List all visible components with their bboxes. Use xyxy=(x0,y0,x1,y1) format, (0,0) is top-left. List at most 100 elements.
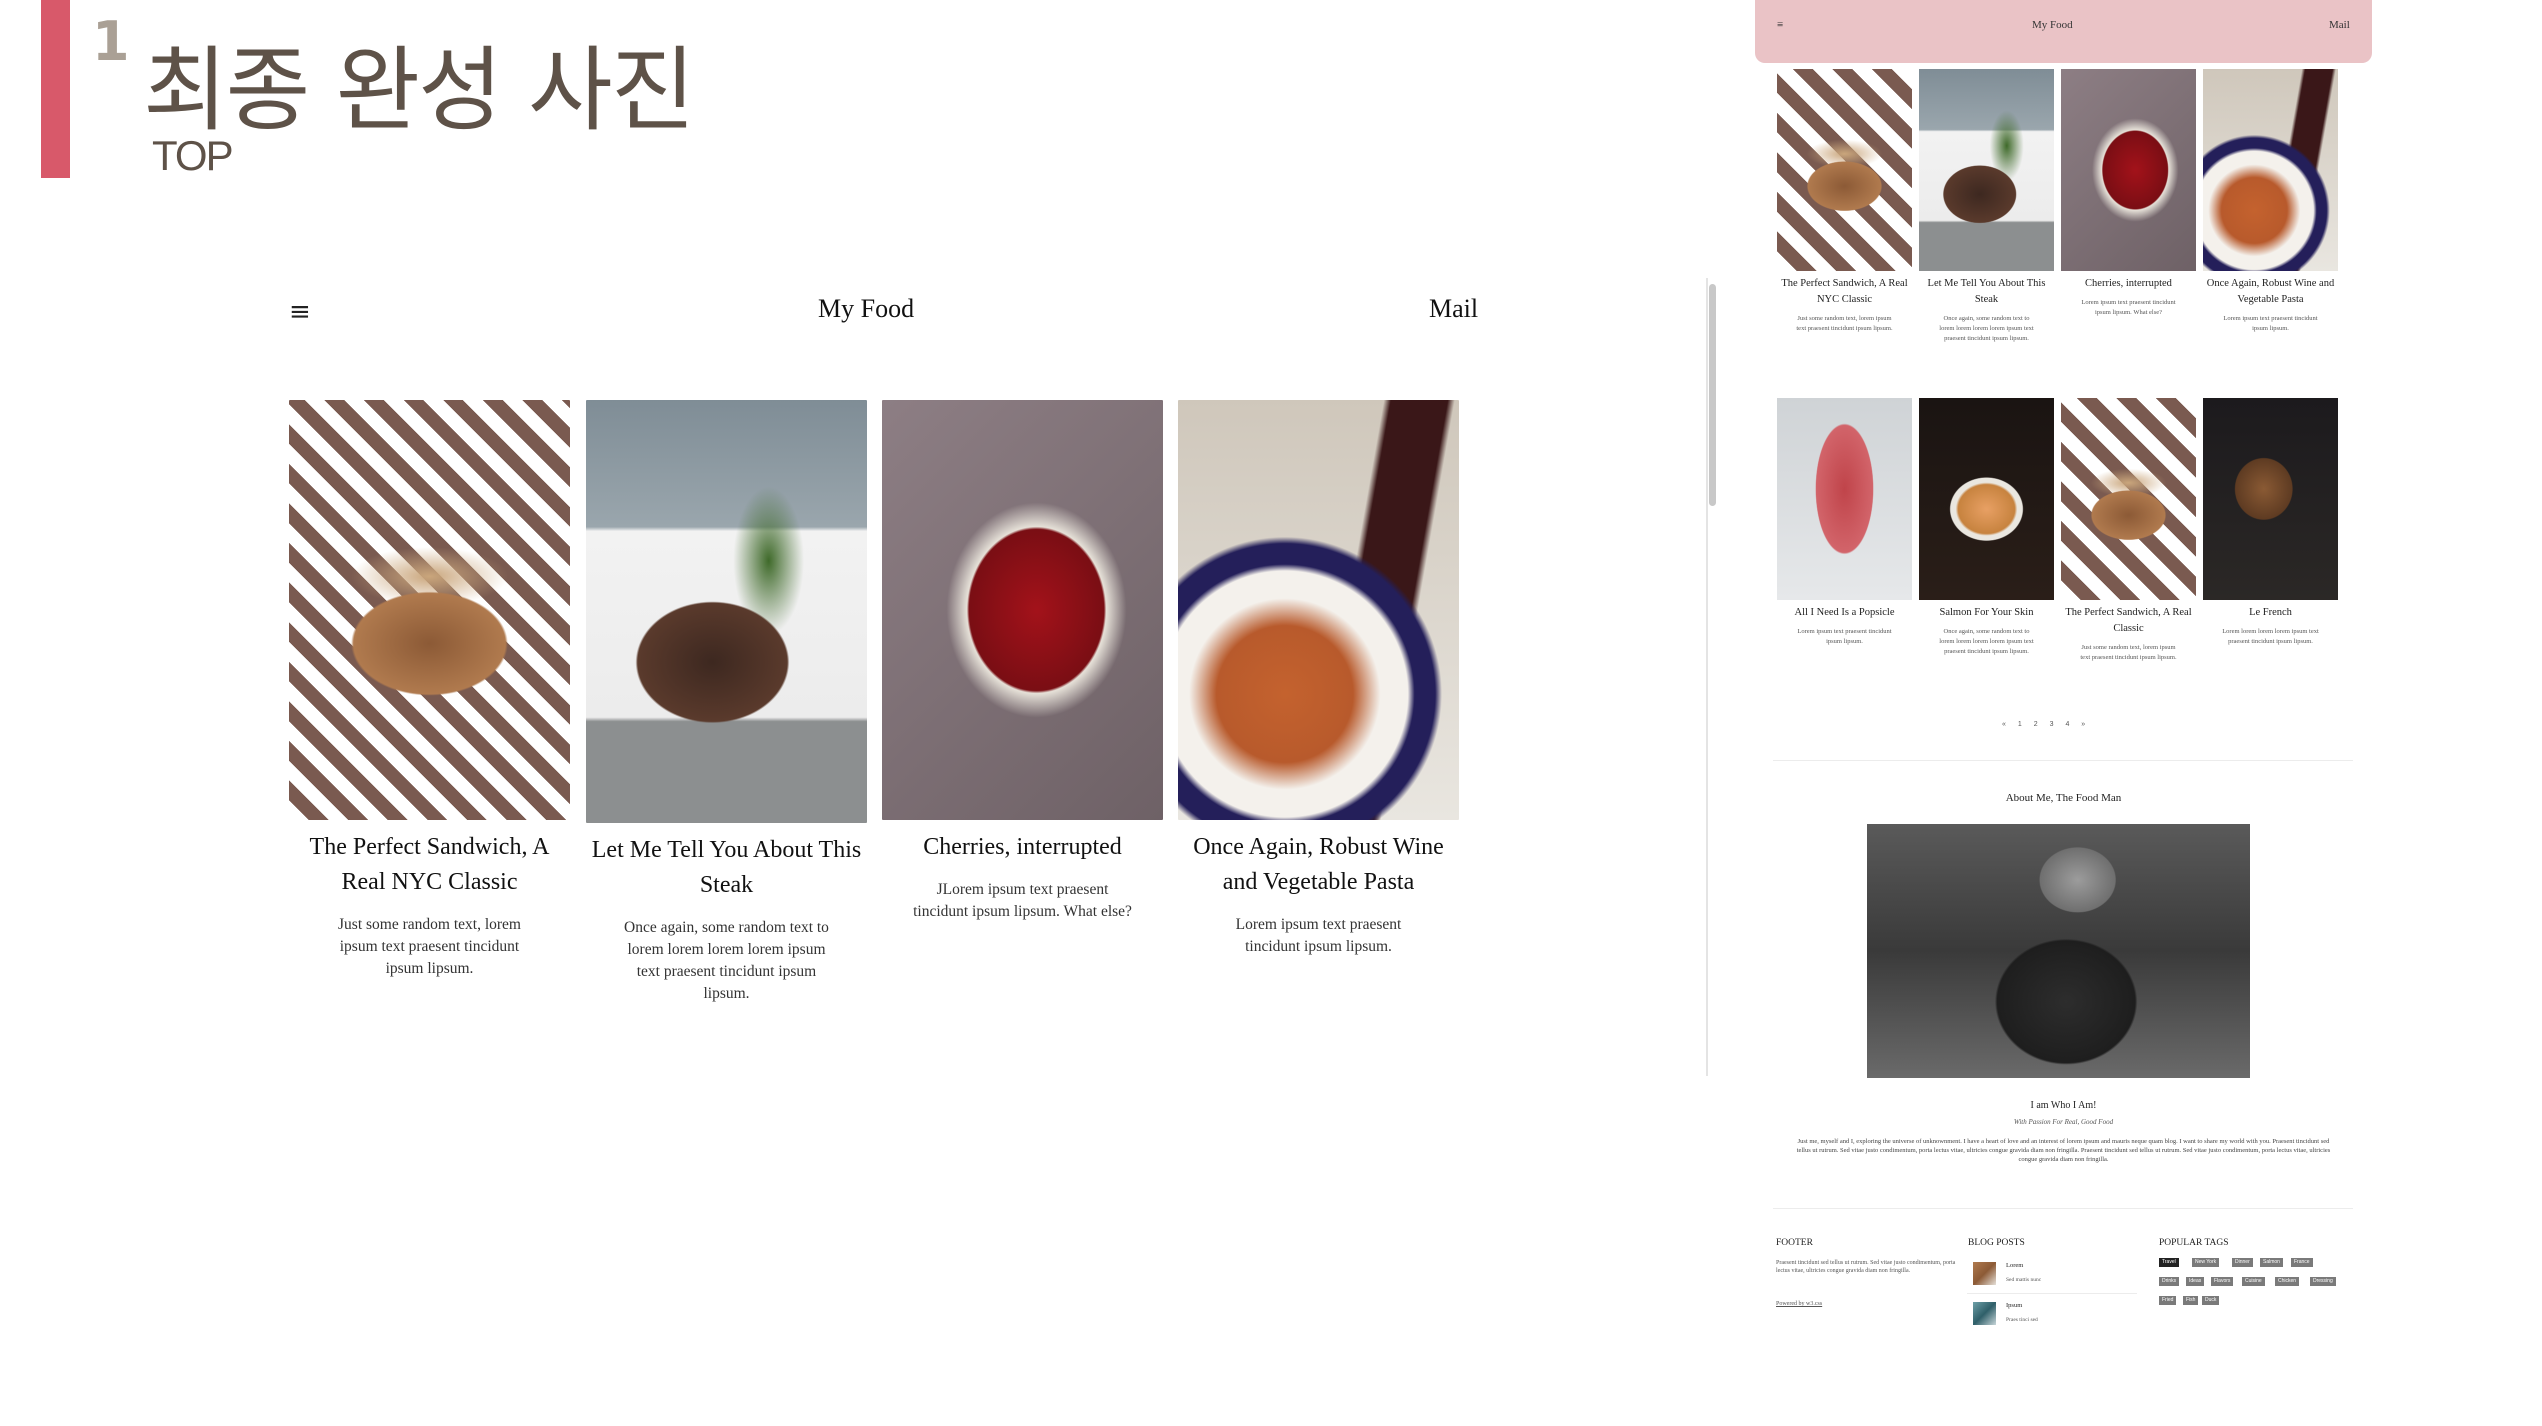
divider xyxy=(1967,1293,2137,1294)
footer-heading: FOOTER xyxy=(1776,1238,1813,1248)
post-card[interactable]: Cherries, interrupted Lorem ipsum text p… xyxy=(2061,69,2196,318)
post-title[interactable]: The Perfect Sandwich, A Real NYC Classic xyxy=(1777,276,1912,308)
pagination-prev[interactable]: « xyxy=(2002,721,2006,728)
post-card[interactable]: The Perfect Sandwich, A Real Classic Jus… xyxy=(2061,398,2196,663)
slide-subtitle: TOP xyxy=(152,132,234,179)
mail-link[interactable]: Mail xyxy=(2329,19,2350,31)
post-excerpt: Lorem ipsum text praesent tincidunt ipsu… xyxy=(1797,628,1892,645)
post-title[interactable]: Once Again, Robust Wine and Vegetable Pa… xyxy=(2203,276,2338,308)
about-bio: Just me, myself and I, exploring the uni… xyxy=(1796,1138,2331,1163)
post-title[interactable]: The Perfect Sandwich, A Real NYC Classic xyxy=(289,830,570,900)
tag[interactable]: France xyxy=(2291,1258,2313,1267)
post-card[interactable]: The Perfect Sandwich, A Real NYC Classic… xyxy=(1777,69,1912,334)
slide-accent-bar xyxy=(41,0,70,178)
sandwich-photo[interactable] xyxy=(289,400,570,820)
post-card[interactable]: Le French Lorem lorem lorem lorem ipsum … xyxy=(2203,398,2338,647)
post-card[interactable]: Once Again, Robust Wine and Vegetable Pa… xyxy=(1178,400,1459,958)
about-heading: About Me, The Food Man xyxy=(2005,792,2122,804)
post-excerpt: Lorem ipsum text praesent tincidunt ipsu… xyxy=(2223,315,2318,332)
wine-pasta-photo[interactable] xyxy=(1178,400,1459,820)
blog-post-thumbnail[interactable] xyxy=(1973,1302,1996,1325)
tag[interactable]: New York xyxy=(2192,1258,2220,1267)
post-title[interactable]: Cherries, interrupted xyxy=(882,830,1163,865)
slide-title: 최종 완성 사진 xyxy=(143,37,695,144)
divider xyxy=(1773,1208,2353,1209)
pagination: « 1 2 3 4 » xyxy=(2002,721,2085,728)
post-card[interactable]: Cherries, interrupted JLorem ipsum text … xyxy=(882,400,1163,923)
wine-pasta-photo[interactable] xyxy=(2203,69,2338,271)
tag[interactable]: Drinks xyxy=(2159,1277,2180,1286)
tag[interactable]: Flavors xyxy=(2211,1277,2234,1286)
post-title[interactable]: Let Me Tell You About This Steak xyxy=(586,833,867,903)
post-card[interactable]: Once Again, Robust Wine and Vegetable Pa… xyxy=(2203,69,2338,334)
steak-photo[interactable] xyxy=(586,400,867,823)
cherries-photo[interactable] xyxy=(2061,69,2196,271)
scrollbar-thumb[interactable] xyxy=(1709,284,1716,506)
post-excerpt: Once again, some random text to lorem lo… xyxy=(624,919,829,1002)
pagination-page[interactable]: 2 xyxy=(2034,721,2038,728)
post-title[interactable]: Le French xyxy=(2203,605,2338,621)
post-excerpt: Just some random text, lorem ipsum text … xyxy=(2080,644,2177,661)
tag[interactable]: Salmon xyxy=(2260,1258,2283,1267)
popsicle-photo[interactable] xyxy=(1777,398,1912,600)
post-excerpt: Lorem lorem lorem lorem ipsum text praes… xyxy=(2222,628,2319,645)
about-tagline: With Passion For Real, Good Food xyxy=(2013,1118,2114,1126)
pagination-page[interactable]: 4 xyxy=(2065,721,2069,728)
salmon-photo[interactable] xyxy=(1919,398,2054,600)
chef-photo xyxy=(1867,824,2250,1078)
tag[interactable]: Fish xyxy=(2183,1296,2199,1305)
post-title[interactable]: The Perfect Sandwich, A Real Classic xyxy=(2061,605,2196,637)
tag[interactable]: Dinner xyxy=(2232,1258,2253,1267)
scrollbar-track[interactable] xyxy=(1706,278,1708,1076)
mail-link[interactable]: Mail xyxy=(1429,294,1478,324)
steak-photo[interactable] xyxy=(1919,69,2054,271)
tag[interactable]: Duck xyxy=(2202,1296,2220,1305)
blog-post-subtitle: Sed mattis nunc xyxy=(2006,1277,2042,1283)
post-excerpt: Just some random text, lorem ipsum text … xyxy=(338,916,521,977)
blog-post-title[interactable]: Lorem xyxy=(2006,1262,2023,1269)
blog-post-title[interactable]: Ipsum xyxy=(2006,1302,2022,1309)
powered-by-link[interactable]: Powered by w3.css xyxy=(1776,1300,1822,1308)
slide-number: 1 xyxy=(92,10,130,73)
blog-post-thumbnail[interactable] xyxy=(1973,1262,1996,1285)
post-title[interactable]: Let Me Tell You About This Steak xyxy=(1919,276,2054,308)
tag[interactable]: Dressing xyxy=(2310,1277,2336,1286)
post-excerpt: Once again, some random text to lorem lo… xyxy=(1939,315,2034,342)
cherries-photo[interactable] xyxy=(882,400,1163,820)
sandwich-photo[interactable] xyxy=(2061,398,2196,600)
post-title[interactable]: Once Again, Robust Wine and Vegetable Pa… xyxy=(1178,830,1459,900)
post-card[interactable]: Let Me Tell You About This Steak Once ag… xyxy=(1919,69,2054,344)
tag[interactable]: Travel xyxy=(2159,1258,2179,1267)
post-excerpt: JLorem ipsum text praesent tincidunt ips… xyxy=(913,881,1132,920)
post-title[interactable]: Salmon For Your Skin xyxy=(1919,605,2054,621)
blog-posts-heading: BLOG POSTS xyxy=(1968,1238,2025,1248)
sandwich-photo[interactable] xyxy=(1777,69,1912,271)
hamburger-icon[interactable]: ≡ xyxy=(289,297,311,327)
site-logo[interactable]: My Food xyxy=(2032,19,2073,31)
popular-tags-heading: POPULAR TAGS xyxy=(2159,1238,2229,1248)
post-title[interactable]: All I Need Is a Popsicle xyxy=(1777,605,1912,621)
blog-post-subtitle: Praes tinci sed xyxy=(2006,1317,2038,1323)
pagination-page[interactable]: 1 xyxy=(2018,721,2022,728)
hamburger-icon[interactable]: ≡ xyxy=(1777,19,1783,31)
post-title[interactable]: Cherries, interrupted xyxy=(2061,276,2196,292)
tag[interactable]: Fried xyxy=(2159,1296,2177,1305)
full-page-preview: ≡ My Food Mail The Perfect Sandwich, A R… xyxy=(1755,0,2372,1400)
post-excerpt: Once again, some random text to lorem lo… xyxy=(1939,628,2034,655)
post-card[interactable]: The Perfect Sandwich, A Real NYC Classic… xyxy=(289,400,570,980)
footer-text: Praesent tincidunt sed tellus ut rutrum.… xyxy=(1776,1260,1956,1274)
about-name: I am Who I Am! xyxy=(2030,1100,2097,1111)
divider xyxy=(1773,760,2353,761)
tag[interactable]: Cuisine xyxy=(2242,1277,2265,1286)
pagination-page[interactable]: 3 xyxy=(2050,721,2054,728)
post-card[interactable]: Salmon For Your Skin Once again, some ra… xyxy=(1919,398,2054,657)
french-bread-photo[interactable] xyxy=(2203,398,2338,600)
post-card[interactable]: Let Me Tell You About This Steak Once ag… xyxy=(586,400,867,1005)
site-logo[interactable]: My Food xyxy=(818,294,914,324)
post-excerpt: Just some random text, lorem ipsum text … xyxy=(1796,315,1893,332)
tag[interactable]: Chicken xyxy=(2275,1277,2300,1286)
tag[interactable]: Ideas xyxy=(2186,1277,2205,1286)
pagination-next[interactable]: » xyxy=(2081,721,2085,728)
post-excerpt: Lorem ipsum text praesent tincidunt ipsu… xyxy=(2081,299,2176,316)
post-card[interactable]: All I Need Is a Popsicle Lorem ipsum tex… xyxy=(1777,398,1912,647)
